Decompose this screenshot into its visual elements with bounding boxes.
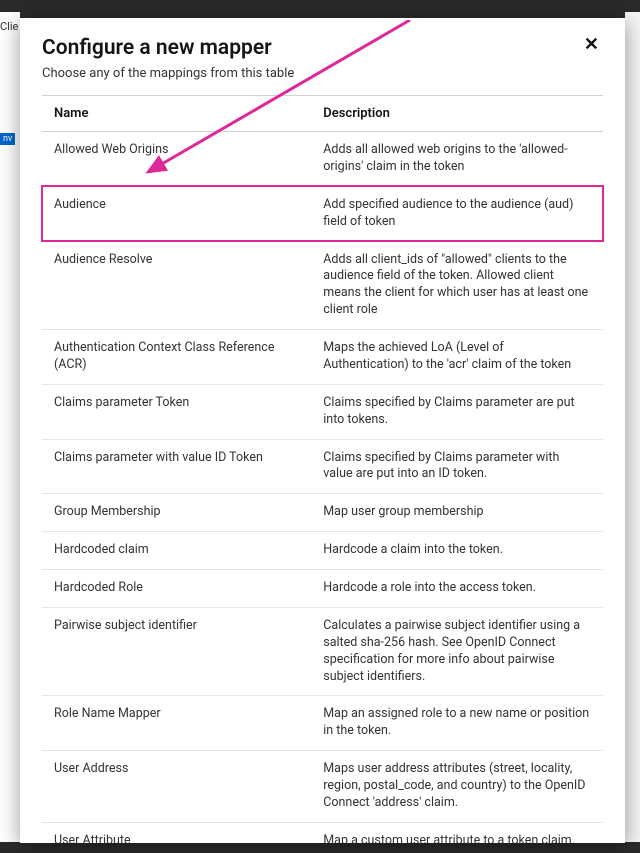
mapper-description: Claims specified by Claims parameter wit… [311, 439, 603, 494]
mapper-description: Map user group membership [311, 494, 603, 532]
modal-subtitle: Choose any of the mappings from this tab… [42, 66, 603, 81]
table-row[interactable]: Group MembershipMap user group membershi… [42, 494, 603, 532]
bg-text: Clie [0, 20, 18, 33]
mapper-name: Audience Resolve [42, 241, 311, 330]
mapper-name: Audience [42, 186, 311, 241]
table-row[interactable]: User AttributeMap a custom user attribut… [42, 822, 603, 843]
table-row[interactable]: Hardcoded claimHardcode a claim into the… [42, 532, 603, 570]
table-row[interactable]: User AddressMaps user address attributes… [42, 751, 603, 823]
table-row[interactable]: Claims parameter with value ID TokenClai… [42, 439, 603, 494]
mapper-description: Hardcode a role into the access token. [311, 570, 603, 608]
mapper-name: Claims parameter Token [42, 384, 311, 439]
close-button[interactable]: ✕ [580, 36, 603, 54]
mapper-name: Authentication Context Class Reference (… [42, 330, 311, 385]
table-row[interactable]: AudienceAdd specified audience to the au… [42, 186, 603, 241]
mapper-description: Map an assigned role to a new name or po… [311, 696, 603, 751]
table-header-row: Name Description [42, 96, 603, 132]
modal-header: Configure a new mapper ✕ [42, 36, 603, 60]
modal-title: Configure a new mapper [42, 36, 272, 60]
mapper-name: Pairwise subject identifier [42, 607, 311, 696]
mapper-name: Allowed Web Origins [42, 132, 311, 187]
mapper-description: Adds all client_ids of "allowed" clients… [311, 241, 603, 330]
mapper-description: Map a custom user attribute to a token c… [311, 822, 603, 843]
mapper-description: Maps the achieved LoA (Level of Authenti… [311, 330, 603, 385]
mapper-name: User Attribute [42, 822, 311, 843]
table-row[interactable]: Authentication Context Class Reference (… [42, 330, 603, 385]
column-header-name: Name [42, 96, 311, 132]
table-row[interactable]: Pairwise subject identifierCalculates a … [42, 607, 603, 696]
mapper-name: Claims parameter with value ID Token [42, 439, 311, 494]
mapper-description: Claims specified by Claims parameter are… [311, 384, 603, 439]
column-header-description: Description [311, 96, 603, 132]
table-row[interactable]: Allowed Web OriginsAdds all allowed web … [42, 132, 603, 187]
mapper-name: Role Name Mapper [42, 696, 311, 751]
mapper-name: Hardcoded Role [42, 570, 311, 608]
mapper-name: User Address [42, 751, 311, 823]
mapper-name: Group Membership [42, 494, 311, 532]
background-right-panel [625, 12, 640, 842]
bg-tag: nv [0, 133, 15, 145]
table-row[interactable]: Hardcoded RoleHardcode a role into the a… [42, 570, 603, 608]
configure-mapper-modal: Configure a new mapper ✕ Choose any of t… [20, 18, 625, 843]
background-left-panel: Clie nv [0, 12, 20, 842]
mappers-table: Name Description Allowed Web OriginsAdds… [42, 95, 603, 843]
mapper-description: Hardcode a claim into the token. [311, 532, 603, 570]
mapper-description: Maps user address attributes (street, lo… [311, 751, 603, 823]
table-row[interactable]: Claims parameter TokenClaims specified b… [42, 384, 603, 439]
mapper-name: Hardcoded claim [42, 532, 311, 570]
mapper-description: Adds all allowed web origins to the 'all… [311, 132, 603, 187]
mapper-description: Calculates a pairwise subject identifier… [311, 607, 603, 696]
mapper-description: Add specified audience to the audience (… [311, 186, 603, 241]
table-row[interactable]: Audience ResolveAdds all client_ids of "… [42, 241, 603, 330]
table-row[interactable]: Role Name MapperMap an assigned role to … [42, 696, 603, 751]
